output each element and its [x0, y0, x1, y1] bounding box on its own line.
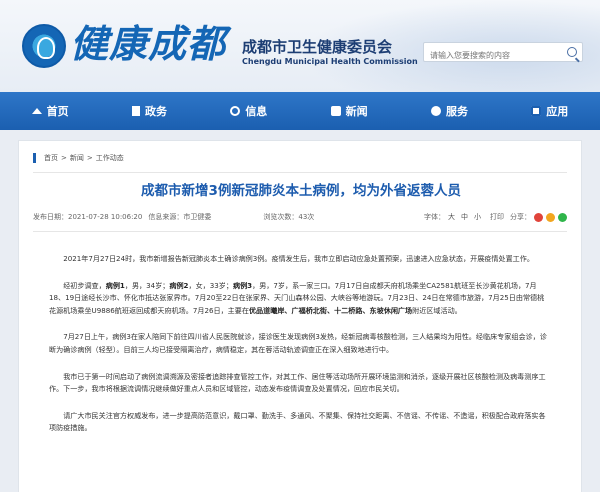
site-header: 健康成都 成都市卫生健康委员会 Chengdu Municipal Health…	[0, 0, 600, 92]
nav-label: 首页	[46, 105, 69, 118]
article-paragraph: 我市已于第一时间启动了病例流调溯源及密接者追踪排查管控工作，对其工作、居住等活动…	[49, 371, 551, 396]
nav-label: 应用	[546, 105, 569, 118]
emphasized-text: 病例1	[105, 280, 125, 290]
site-logo-text[interactable]: 健康成都	[70, 20, 226, 68]
document-icon	[131, 106, 140, 116]
paragraph-text: 我市已于第一时间启动了病例流调溯源及密接者追踪排查管控工作，对其工作、居住等活动…	[49, 371, 546, 394]
weibo-share-icon[interactable]	[534, 212, 543, 222]
org-name-cn: 成都市卫生健康委员会	[242, 38, 393, 56]
article-paragraph: 2021年7月27日24时，我市新增报告新冠肺炎本土确诊病例3例。疫情发生后，我…	[49, 253, 551, 266]
nav-item-app[interactable]: 应用	[521, 92, 578, 130]
breadcrumb-separator: >	[86, 154, 93, 162]
nav-label: 服务	[445, 105, 468, 118]
nav-label: 政务	[144, 105, 167, 118]
article-title: 成都市新增3例新冠肺炎本土病例，均为外省返蓉人员	[141, 183, 461, 199]
paragraph-text: 经初步调查，	[63, 280, 106, 290]
divider	[33, 172, 567, 173]
nav-label: 新闻	[345, 105, 368, 118]
font-size-small[interactable]: 小	[474, 213, 481, 221]
article-paragraph: 经初步调查，病例1，男，34岁；病例2，女，33岁；病例3，男，7岁，系一家三口…	[49, 280, 551, 318]
service-icon	[430, 106, 441, 116]
wechat-share-icon[interactable]	[558, 212, 567, 222]
breadcrumb-news[interactable]: 新闻	[70, 153, 84, 163]
emphasized-text: 病例3	[233, 280, 253, 290]
publish-date: 发布日期：2021-07-28 10:06:20	[33, 213, 143, 221]
paragraph-text: ，男，34岁；	[124, 280, 170, 290]
news-icon	[330, 106, 341, 116]
nav-item-home[interactable]: 首页	[22, 92, 79, 130]
breadcrumb-home[interactable]: 首页	[44, 153, 58, 163]
paragraph-text: 请广大市民关注官方权威发布，进一步提高防范意识，戴口罩、勤洗手、多通风、不聚集、…	[49, 410, 546, 433]
article-meta: 发布日期：2021-07-28 10:06:20 信息来源：市卫健委 浏览次数：…	[33, 212, 567, 222]
article-card: 首页 > 新闻 > 工作动态 成都市新增3例新冠肺炎本土病例，均为外省返蓉人员 …	[18, 140, 582, 492]
emphasized-text: 病例2	[169, 280, 189, 290]
article-paragraph: 请广大市民关注官方权威发布，进一步提高防范意识，戴口罩、勤洗手、多通风、不聚集、…	[49, 410, 551, 435]
paragraph-text: 附近区域活动。	[412, 305, 462, 315]
logo-emblem-icon[interactable]	[22, 24, 66, 68]
search-box	[423, 42, 583, 65]
emphasized-text: 优品道曦岸、广福桥北街、十二桥路、东坡休闲广场	[248, 305, 413, 315]
article-body: 2021年7月27日24时，我市新增报告新冠肺炎本土确诊病例3例。疫情发生后，我…	[49, 253, 551, 449]
paragraph-text: 7月27日上午，病例3在家人陪同下前往四川省人民医院就诊，接诊医生发现病例3发热…	[49, 332, 547, 354]
share-label: 分享：	[510, 213, 531, 221]
view-count: 浏览次数：43次	[263, 213, 315, 221]
nav-label: 信息	[245, 105, 268, 118]
search-input[interactable]	[424, 46, 560, 65]
paragraph-text: 2021年7月27日24时，我市新增报告新冠肺炎本土确诊病例3例。疫情发生后，我…	[63, 254, 534, 263]
article-tools: 字体：大中小 打印 分享：	[424, 212, 567, 222]
print-button[interactable]: 打印	[490, 212, 504, 222]
nav-item-info[interactable]: 信息	[220, 92, 277, 130]
nav-item-news[interactable]: 新闻	[321, 92, 378, 130]
article-paragraph: 7月27日上午，病例3在家人陪同下前往四川省人民医院就诊，接诊医生发现病例3发热…	[49, 331, 551, 356]
app-icon	[531, 106, 542, 116]
font-size-label: 字体：	[424, 213, 445, 221]
font-size-control: 字体：大中小	[424, 212, 484, 222]
info-icon	[230, 106, 241, 116]
home-icon	[31, 108, 42, 114]
paragraph-text: ，女，33岁；	[188, 280, 234, 290]
font-size-medium[interactable]: 中	[461, 213, 468, 221]
nav-item-government[interactable]: 政务	[122, 92, 177, 130]
font-size-large[interactable]: 大	[448, 213, 455, 221]
search-icon[interactable]	[567, 47, 577, 57]
breadcrumb-separator: >	[61, 154, 67, 162]
info-source: 信息来源：市卫健委	[148, 213, 212, 221]
breadcrumb: 首页 > 新闻 > 工作动态	[33, 153, 124, 163]
qzone-share-icon[interactable]	[546, 212, 555, 222]
divider	[33, 231, 567, 232]
org-name-en: Chengdu Municipal Health Commission	[242, 57, 418, 66]
breadcrumb-marker	[33, 153, 36, 163]
main-nav: 首页 政务 信息 新闻 服务 应用	[0, 92, 600, 130]
nav-item-service[interactable]: 服务	[421, 92, 478, 130]
breadcrumb-current[interactable]: 工作动态	[96, 153, 124, 163]
